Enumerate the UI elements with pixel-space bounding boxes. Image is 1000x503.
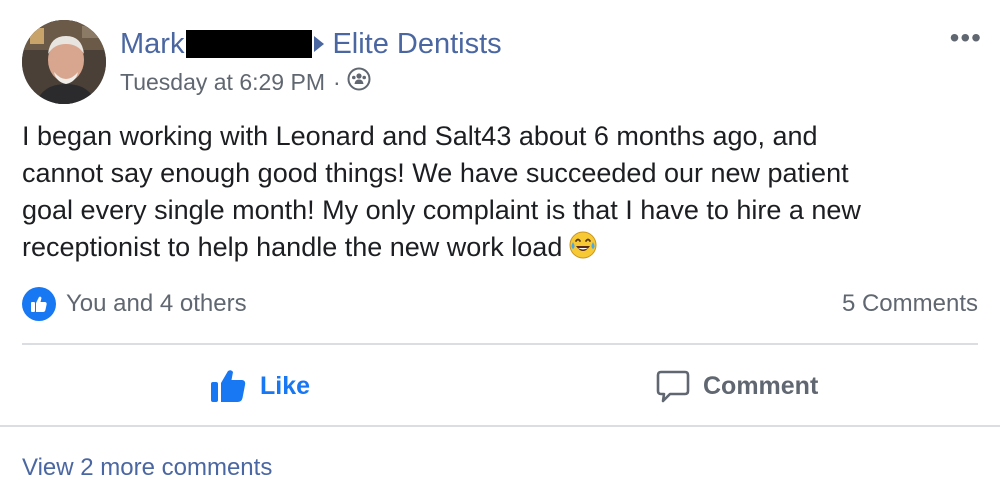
group-name[interactable]: Elite Dentists [332, 28, 501, 61]
author-name[interactable]: Mark [120, 28, 184, 61]
view-more-comments-link[interactable]: View 2 more comments [22, 448, 272, 488]
group-audience-icon[interactable] [347, 67, 371, 97]
thumbs-up-icon [211, 370, 246, 402]
reactions-summary[interactable]: You and 4 others [22, 286, 247, 322]
more-options-button[interactable]: ••• [950, 22, 982, 54]
post-text-line: I began working with Leonard and Salt43 … [22, 121, 818, 151]
like-label: Like [260, 371, 311, 400]
comments-count-link[interactable]: 5 Comments [842, 286, 978, 322]
redacted-name-block [186, 30, 313, 58]
divider [22, 343, 978, 345]
post-text-line: goal every single month! My only complai… [22, 195, 861, 225]
tears-of-joy-emoji-icon [568, 230, 598, 270]
thumbs-up-icon [22, 287, 56, 321]
author-avatar[interactable] [22, 20, 106, 104]
comment-label: Comment [703, 371, 819, 400]
reactions-summary-text: You and 4 others [66, 290, 247, 317]
like-button[interactable]: Like [210, 362, 310, 410]
divider [0, 425, 1000, 427]
post-header: Mark Elite Dentists [120, 24, 502, 64]
speech-bubble-icon [656, 370, 690, 403]
post-text-line: cannot say enough good things! We have s… [22, 158, 849, 188]
post-timestamp[interactable]: Tuesday at 6:29 PM [120, 69, 325, 96]
comment-button[interactable]: Comment [655, 362, 818, 410]
meta-separator: · [332, 68, 341, 95]
arrow-right-icon [314, 36, 325, 52]
post-meta: Tuesday at 6:29 PM · [120, 66, 371, 98]
post-text-line: receptionist to help handle the new work… [22, 232, 563, 262]
post-body: I began working with Leonard and Salt43 … [22, 118, 982, 266]
